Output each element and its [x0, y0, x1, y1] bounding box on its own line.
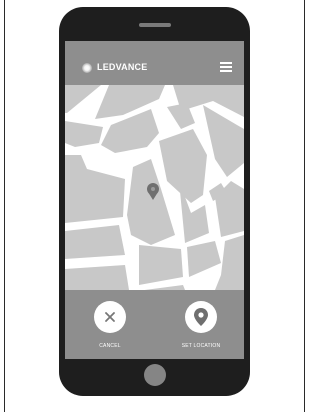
cancel-label: CANCEL	[99, 343, 121, 349]
phone-mockup: LEDVANCE CANCEL SET LOCATION	[59, 7, 250, 396]
right-frame-line	[304, 0, 305, 412]
home-button[interactable]	[144, 364, 166, 386]
app-header: LEDVANCE	[65, 41, 244, 85]
hamburger-menu-icon[interactable]	[220, 62, 232, 72]
app-screen: LEDVANCE CANCEL SET LOCATION	[65, 41, 244, 359]
set-location-label: SET LOCATION	[181, 343, 221, 349]
ledvance-glow-logo-icon	[82, 63, 92, 73]
cancel-button[interactable]	[94, 301, 126, 333]
set-location-button[interactable]	[185, 301, 217, 333]
left-frame-line	[4, 0, 5, 412]
brand-name: LEDVANCE	[97, 62, 148, 72]
location-pin-icon	[194, 308, 208, 326]
map-view[interactable]	[65, 85, 244, 290]
phone-speaker	[139, 23, 171, 27]
action-bar: CANCEL SET LOCATION	[65, 290, 244, 359]
close-x-icon	[105, 312, 115, 322]
